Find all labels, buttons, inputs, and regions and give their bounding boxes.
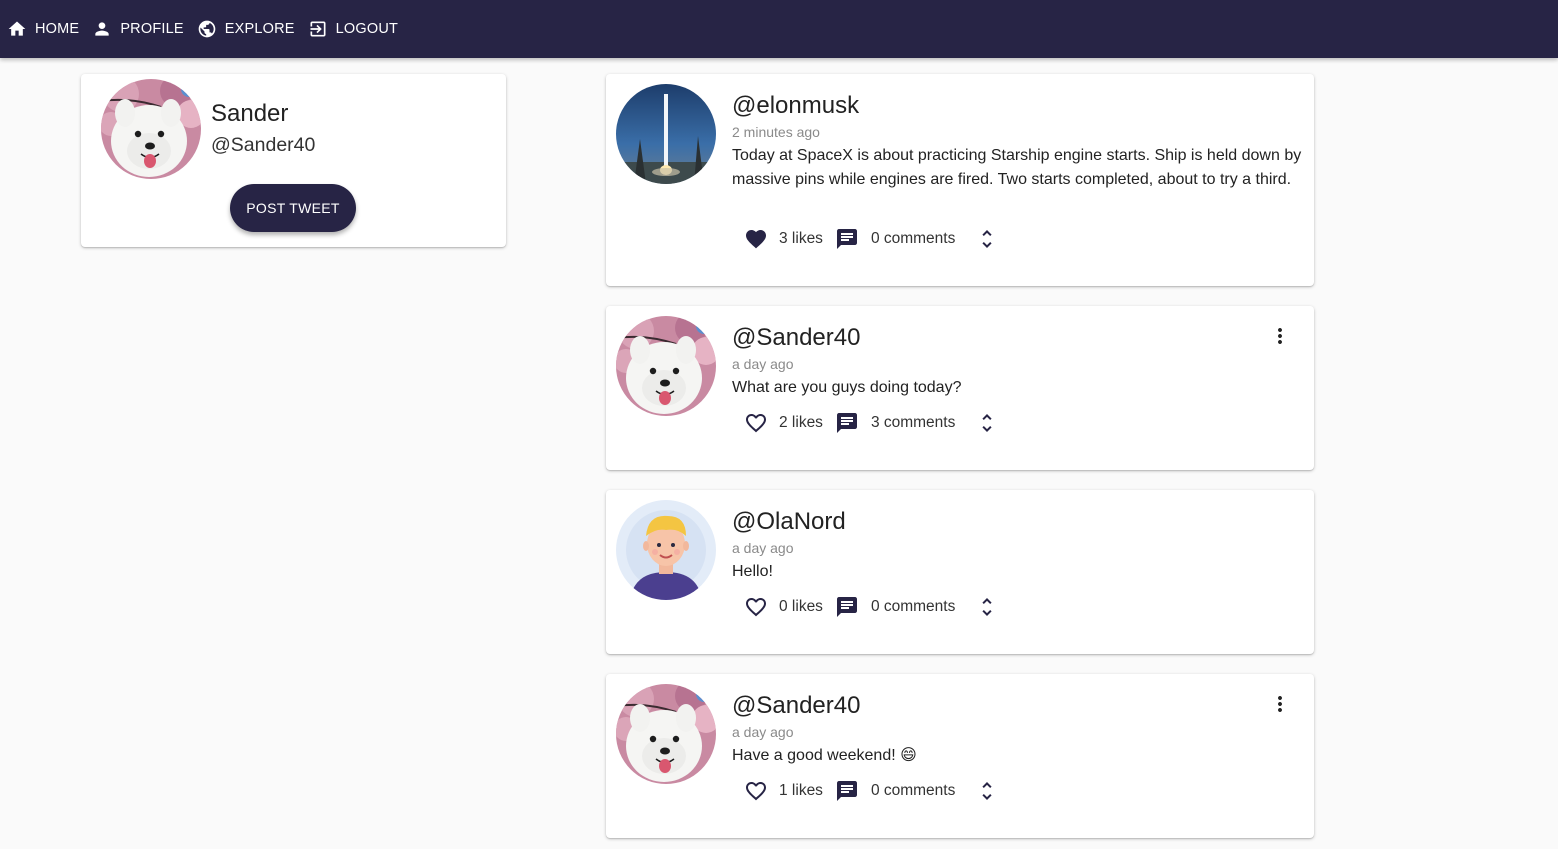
comment-icon — [835, 411, 859, 435]
tweet-card: @elonmusk 2 minutes ago Today at SpaceX … — [606, 74, 1314, 286]
like-count: 1 likes — [779, 782, 823, 799]
tweet-text: What are you guys doing today? — [732, 379, 962, 396]
home-icon — [8, 21, 26, 36]
nav-home-button[interactable]: HOME — [7, 11, 84, 47]
heart-outline-icon — [744, 779, 768, 803]
nav-logout-button[interactable]: LOGOUT — [308, 11, 403, 47]
tweet-timestamp: a day ago — [732, 540, 794, 556]
tweet-handle[interactable]: @Sander40 — [732, 324, 860, 352]
tweet-handle[interactable]: @Sander40 — [732, 692, 860, 720]
profile-card: Sander @Sander40 POST TWEET — [81, 74, 506, 247]
more-vertical-icon — [1278, 696, 1282, 712]
nav-profile-button[interactable]: PROFILE — [92, 11, 188, 47]
samoyed-dog-avatar-image — [616, 316, 716, 416]
comment-button[interactable] — [835, 411, 859, 435]
unfold-more-icon — [975, 411, 999, 435]
tweet-text: Have a good weekend! 😄 — [732, 747, 917, 764]
comment-count: 3 comments — [870, 414, 956, 431]
heart-outline-icon — [744, 411, 768, 435]
tweet-handle[interactable]: @elonmusk — [732, 92, 859, 120]
like-button[interactable] — [744, 595, 768, 619]
samoyed-dog-avatar-image — [101, 79, 201, 179]
tweet-avatar[interactable] — [616, 500, 716, 600]
tweet-timestamp: a day ago — [732, 724, 794, 740]
comment-button[interactable] — [835, 227, 859, 251]
expand-comments-button[interactable] — [975, 779, 999, 803]
app-bar: HOME PROFILE EXPLORE LOGOUT — [0, 0, 1558, 58]
tweet-actions: 3 likes 0 comments — [744, 225, 999, 253]
tweet-text: Hello! — [732, 563, 773, 580]
expand-comments-button[interactable] — [975, 227, 999, 251]
nav-explore-button[interactable]: EXPLORE — [197, 11, 300, 47]
tweet-card: @Sander40 a day ago Have a good weekend!… — [606, 674, 1314, 838]
more-vertical-icon — [1278, 328, 1282, 344]
tweet-timestamp: a day ago — [732, 356, 794, 372]
heart-filled-icon — [744, 227, 768, 251]
post-tweet-button[interactable]: POST TWEET — [230, 184, 356, 232]
expand-comments-button[interactable] — [975, 595, 999, 619]
person-icon — [95, 22, 109, 36]
like-count: 0 likes — [779, 598, 823, 615]
tweet-avatar[interactable] — [616, 84, 716, 184]
comment-count: 0 comments — [870, 598, 956, 615]
profile-handle: @Sander40 — [211, 134, 316, 156]
like-button[interactable] — [744, 779, 768, 803]
tweet-card: @Sander40 a day ago What are you guys do… — [606, 306, 1314, 470]
unfold-more-icon — [975, 227, 999, 251]
tweet-actions: 2 likes 3 comments — [744, 409, 999, 437]
comment-button[interactable] — [835, 779, 859, 803]
tweet-timestamp: 2 minutes ago — [732, 124, 820, 140]
globe-icon — [198, 20, 216, 38]
profile-avatar[interactable] — [101, 79, 201, 179]
tweet-avatar[interactable] — [616, 316, 716, 416]
tweet-menu-button[interactable] — [1268, 692, 1292, 716]
comment-button[interactable] — [835, 595, 859, 619]
like-count: 2 likes — [779, 414, 823, 431]
tweet-handle[interactable]: @OlaNord — [732, 508, 846, 536]
nav-explore-label: EXPLORE — [224, 21, 295, 37]
comment-icon — [835, 779, 859, 803]
rocket-launch-avatar-image — [616, 84, 716, 184]
logout-icon — [310, 21, 326, 37]
like-button[interactable] — [744, 411, 768, 435]
tweet-text: Today at SpaceX is about practicing Star… — [732, 147, 1302, 188]
nav-profile-label: PROFILE — [120, 21, 184, 37]
nav-logout-label: LOGOUT — [335, 21, 399, 37]
comment-count: 0 comments — [870, 230, 956, 247]
cartoon-person-avatar-image — [616, 500, 716, 600]
comment-icon — [835, 227, 859, 251]
tweet-card: @OlaNord a day ago Hello! 0 likes 0 comm… — [606, 490, 1314, 654]
comment-icon — [835, 595, 859, 619]
tweet-menu-button[interactable] — [1268, 324, 1292, 348]
heart-outline-icon — [744, 595, 768, 619]
unfold-more-icon — [975, 595, 999, 619]
samoyed-dog-avatar-image — [616, 684, 716, 784]
tweet-avatar[interactable] — [616, 684, 716, 784]
profile-name: Sander — [211, 100, 289, 127]
like-count: 3 likes — [779, 230, 823, 247]
tweet-actions: 0 likes 0 comments — [744, 593, 999, 621]
like-button[interactable] — [744, 227, 768, 251]
expand-comments-button[interactable] — [975, 411, 999, 435]
tweet-actions: 1 likes 0 comments — [744, 777, 999, 805]
nav-home-label: HOME — [35, 21, 80, 37]
unfold-more-icon — [975, 779, 999, 803]
comment-count: 0 comments — [870, 782, 956, 799]
